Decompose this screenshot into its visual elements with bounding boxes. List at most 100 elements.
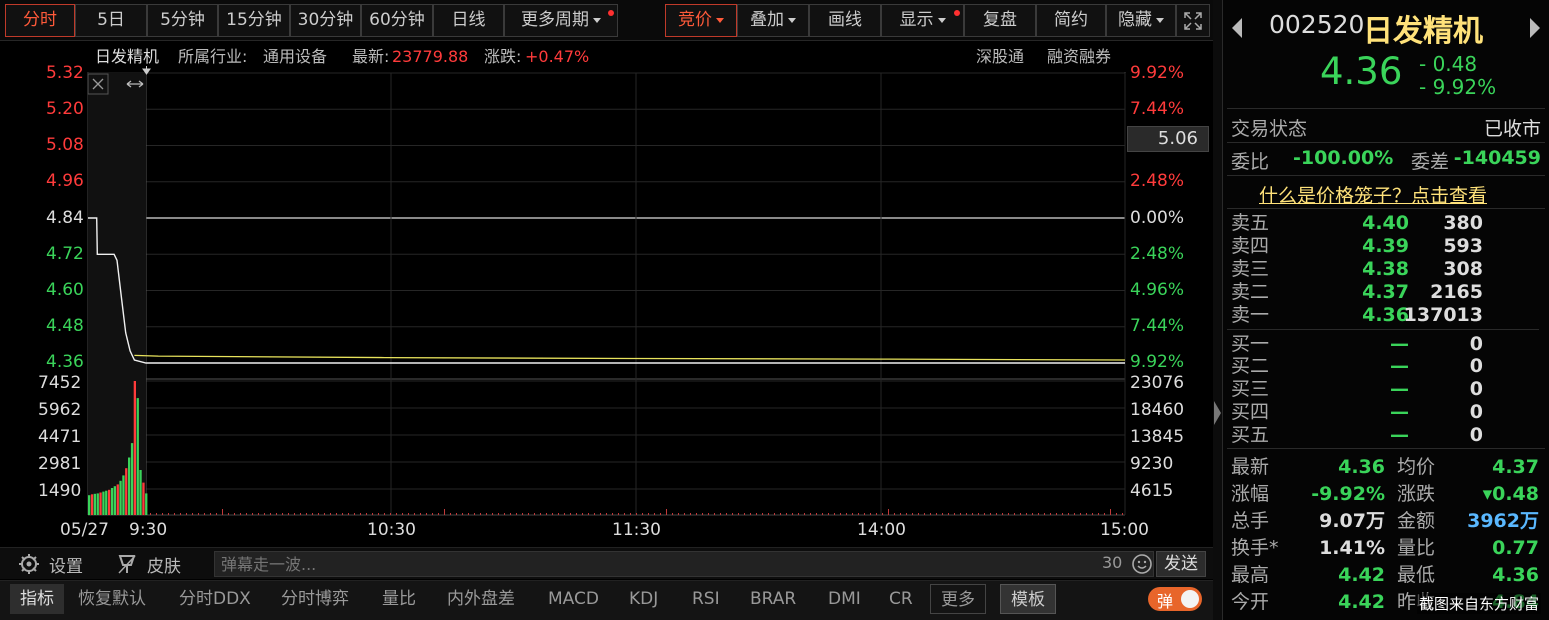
replay-button[interactable]: 复盘 bbox=[964, 4, 1036, 37]
tab-kdj[interactable]: KDJ bbox=[629, 584, 658, 614]
tab-volume-ratio[interactable]: 量比 bbox=[382, 584, 416, 614]
volume-bar bbox=[912, 513, 913, 515]
chevron-down-icon bbox=[937, 17, 946, 23]
tab-5min[interactable]: 5分钟 bbox=[147, 4, 218, 37]
volume-bar bbox=[240, 513, 241, 515]
price-cage-link[interactable]: 什么是价格笼子？点击查看 bbox=[1259, 181, 1487, 208]
volume-bar bbox=[702, 513, 703, 515]
volume-bar bbox=[624, 513, 625, 515]
orderbook-label: 卖四 bbox=[1231, 234, 1270, 257]
emoji-icon[interactable] bbox=[1131, 553, 1153, 575]
volume-tick: 7452 bbox=[38, 373, 82, 393]
volume-bar bbox=[180, 513, 181, 515]
volume-bar bbox=[156, 513, 157, 515]
stat-value: 4.42 bbox=[1338, 591, 1385, 613]
volume-bar bbox=[504, 513, 505, 515]
volume-bar bbox=[876, 513, 877, 515]
tab-15min[interactable]: 15分钟 bbox=[218, 4, 290, 37]
trade-status-value: 已收市 bbox=[1483, 118, 1541, 140]
danmu-input[interactable] bbox=[214, 551, 1154, 577]
tab-indicator[interactable]: 指标 bbox=[10, 584, 64, 614]
volume-bar bbox=[113, 486, 116, 515]
time-tick: 14:00 bbox=[857, 520, 906, 540]
volume-bar bbox=[534, 513, 535, 515]
tab-cr[interactable]: CR bbox=[889, 584, 913, 614]
intraday-chart[interactable] bbox=[0, 41, 1213, 541]
settings-button[interactable]: 设置 bbox=[49, 552, 83, 577]
tab-5day[interactable]: 5日 bbox=[75, 4, 147, 37]
volume-bar bbox=[1002, 513, 1003, 515]
pct-tick: 7.44% bbox=[1130, 316, 1185, 336]
weicha-label: 委差 bbox=[1411, 151, 1450, 173]
volume-bar bbox=[462, 513, 463, 515]
skin-button[interactable]: 皮肤 bbox=[147, 552, 181, 577]
tab-intraday[interactable]: 分时 bbox=[5, 4, 75, 37]
stock-name: 日发精机 bbox=[1363, 14, 1483, 49]
volume-bar bbox=[133, 381, 136, 515]
orderbook-volume: 308 bbox=[1443, 257, 1483, 280]
orderbook-price: — bbox=[1390, 401, 1409, 424]
tab-reset-default[interactable]: 恢复默认 bbox=[78, 584, 146, 614]
volume-bar bbox=[480, 513, 481, 515]
volume-bar bbox=[630, 513, 631, 515]
volume-bar bbox=[204, 513, 205, 515]
volume-bar bbox=[354, 513, 355, 515]
tab-rsi[interactable]: RSI bbox=[692, 584, 720, 614]
volume-bar bbox=[582, 513, 583, 515]
volume-bar bbox=[150, 513, 151, 515]
orderbook-volume: 593 bbox=[1443, 234, 1483, 257]
volume-bar bbox=[612, 513, 613, 515]
tab-more[interactable]: 更多 bbox=[930, 584, 986, 614]
danmu-toggle[interactable]: 弹 bbox=[1148, 587, 1202, 611]
tab-brar[interactable]: BRAR bbox=[750, 584, 796, 614]
panel-collapse-handle[interactable] bbox=[1213, 0, 1222, 620]
volume-bar bbox=[744, 513, 745, 515]
volume-bar bbox=[786, 513, 787, 515]
price-tick: 4.84 bbox=[46, 208, 84, 228]
template-button[interactable]: 模板 bbox=[1000, 584, 1056, 614]
overlay-button[interactable]: 叠加 bbox=[737, 4, 809, 37]
volume-bar bbox=[105, 490, 108, 515]
volume-bar bbox=[1116, 513, 1117, 515]
stat-label: 最低 bbox=[1397, 564, 1436, 586]
pct-tick: 9.92% bbox=[1130, 352, 1185, 372]
prev-stock-icon[interactable] bbox=[1229, 16, 1245, 40]
tab-60min[interactable]: 60分钟 bbox=[361, 4, 433, 37]
chevron-down-icon bbox=[1156, 17, 1164, 23]
volume-bar bbox=[276, 513, 277, 515]
auction-button[interactable]: 竞价 bbox=[665, 4, 737, 37]
stat-label: 今开 bbox=[1231, 591, 1270, 613]
volume-bar bbox=[282, 513, 283, 515]
more-periods-button[interactable]: 更多周期 bbox=[504, 4, 618, 37]
volume-bar bbox=[492, 513, 493, 515]
orderbook-volume: 2165 bbox=[1430, 280, 1483, 303]
volume-bar bbox=[660, 513, 661, 515]
display-button[interactable]: 显示 bbox=[881, 4, 964, 37]
next-stock-icon[interactable] bbox=[1527, 16, 1543, 40]
volume-bar bbox=[1104, 513, 1105, 515]
volume-bar bbox=[1014, 513, 1015, 515]
volume-bar bbox=[108, 489, 111, 515]
tab-inner-outer[interactable]: 内外盘差 bbox=[447, 584, 515, 614]
draw-line-button[interactable]: 画线 bbox=[809, 4, 881, 37]
volume-bar bbox=[216, 513, 217, 515]
tab-daily[interactable]: 日线 bbox=[433, 4, 504, 37]
tab-dmi[interactable]: DMI bbox=[828, 584, 861, 614]
tab-game[interactable]: 分时博弈 bbox=[281, 584, 349, 614]
fullscreen-button[interactable] bbox=[1176, 4, 1210, 37]
skin-icon[interactable] bbox=[116, 553, 138, 575]
volume-bar bbox=[252, 513, 253, 515]
simple-mode-button[interactable]: 简约 bbox=[1036, 4, 1106, 37]
tab-macd[interactable]: MACD bbox=[548, 584, 599, 614]
volume-bar bbox=[432, 513, 433, 515]
gear-icon[interactable] bbox=[18, 553, 40, 575]
tab-30min[interactable]: 30分钟 bbox=[290, 4, 361, 37]
time-tick: 9:30 bbox=[129, 520, 168, 540]
volume-bar bbox=[324, 513, 325, 515]
tab-ddx[interactable]: 分时DDX bbox=[179, 584, 251, 614]
send-button[interactable]: 发送 bbox=[1156, 551, 1206, 577]
pct-tick: 9.92% bbox=[1130, 63, 1185, 83]
volume-bar bbox=[90, 494, 94, 515]
danmu-count: 30 bbox=[1102, 553, 1123, 572]
hide-button[interactable]: 隐藏 bbox=[1106, 4, 1176, 37]
